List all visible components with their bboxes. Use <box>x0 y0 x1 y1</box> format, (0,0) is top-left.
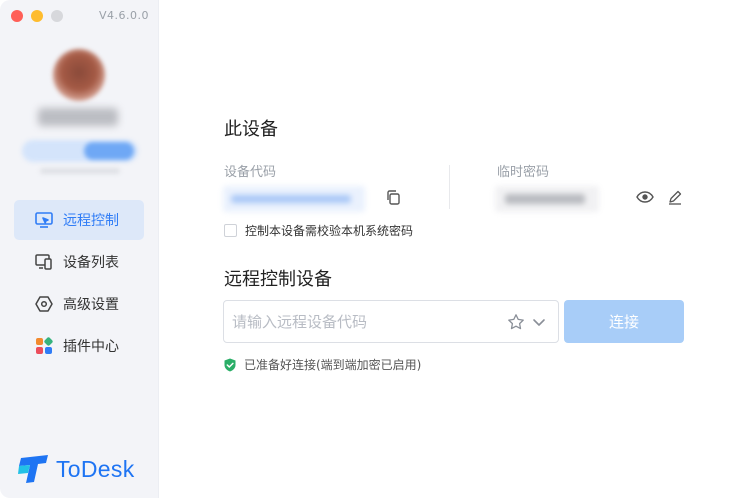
remote-control-icon <box>33 209 55 231</box>
verify-password-checkbox[interactable] <box>224 224 237 237</box>
sidebar-item-label: 插件中心 <box>63 339 119 355</box>
remote-code-input[interactable] <box>224 312 494 331</box>
window-controls <box>11 10 63 22</box>
sidebar-item-remote-control[interactable]: 远程控制 <box>14 200 144 240</box>
device-list-icon <box>33 251 55 273</box>
chevron-down-icon[interactable] <box>529 312 549 332</box>
temp-password-value-blurred <box>495 186 599 212</box>
settings-hexagon-icon <box>33 293 55 315</box>
remote-code-field <box>223 300 559 343</box>
todesk-logo-icon <box>18 455 48 483</box>
sidebar-item-label: 远程控制 <box>63 213 119 229</box>
account-bar-blurred[interactable] <box>22 140 138 162</box>
connect-button[interactable]: 连接 <box>564 300 684 343</box>
sidebar-item-label: 设备列表 <box>63 255 119 271</box>
version-label: V4.6.0.0 <box>98 9 149 22</box>
sidebar-item-label: 高级设置 <box>63 297 119 313</box>
eye-icon[interactable] <box>635 187 655 207</box>
plugin-grid-icon <box>33 335 55 357</box>
temp-password-label: 临时密码 <box>497 165 550 180</box>
verify-password-option: 控制本设备需校验本机系统密码 <box>224 222 413 239</box>
account-subtext-blurred <box>40 168 120 174</box>
sidebar-item-plugin-center[interactable]: 插件中心 <box>14 326 144 366</box>
todesk-logo: ToDesk <box>18 454 135 484</box>
device-code-label: 设备代码 <box>224 165 277 180</box>
sidebar-nav: 远程控制 设备列表 高级设置 插件中心 <box>14 200 144 368</box>
device-code-value-blurred <box>223 186 365 212</box>
this-device-title: 此设备 <box>224 119 278 140</box>
copy-icon[interactable] <box>383 187 403 207</box>
edit-pencil-icon[interactable] <box>665 187 685 207</box>
maximize-window-button[interactable] <box>51 10 63 22</box>
logo-text: ToDesk <box>56 455 135 482</box>
shield-check-icon <box>224 358 236 371</box>
main-panel: 此设备 设备代码 临时密码 控制本设备需校验本机系统密码 远程控制设备 请输入远… <box>159 0 748 498</box>
verify-password-label: 控制本设备需校验本机系统密码 <box>245 224 414 238</box>
divider <box>449 165 450 209</box>
star-icon[interactable] <box>506 312 526 332</box>
close-window-button[interactable] <box>11 10 23 22</box>
app-window: V4.6.0.0 远程控制 设备列表 高级设置 插件中心 ToDesk 此设备 … <box>0 0 748 498</box>
remote-control-title: 远程控制设备 <box>224 269 332 290</box>
sidebar: V4.6.0.0 远程控制 设备列表 高级设置 插件中心 ToDesk <box>0 0 159 498</box>
minimize-window-button[interactable] <box>31 10 43 22</box>
sidebar-item-advanced-settings[interactable]: 高级设置 <box>14 284 144 324</box>
connection-status: 已准备好连接(端到端加密已启用) <box>223 356 421 373</box>
status-text: 已准备好连接(端到端加密已启用) <box>244 358 422 372</box>
username-blurred <box>38 108 118 126</box>
sidebar-item-device-list[interactable]: 设备列表 <box>14 242 144 282</box>
avatar[interactable] <box>53 49 105 101</box>
